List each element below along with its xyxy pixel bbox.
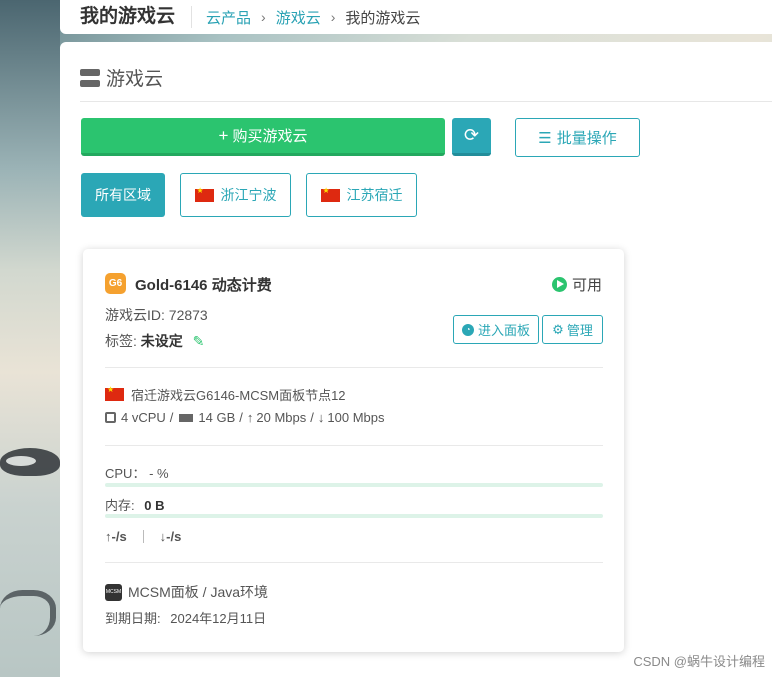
cpu-usage-bar [105, 483, 603, 487]
panel-title: 游戏云 [106, 69, 164, 90]
china-flag-icon [320, 186, 340, 202]
server-name: Gold-6146 动态计费 [135, 277, 272, 294]
cpu-usage: CPU： - % [105, 463, 169, 482]
memory-value: 0 B [144, 498, 165, 513]
mcsm-logo-icon: MCSM [105, 583, 122, 601]
node-name: 宿迁游戏云G6146-MCSM面板节点12 [131, 388, 346, 403]
spec-upload: 20 Mbps [256, 410, 307, 425]
net-down-value: -/s [166, 529, 182, 544]
main-panel: 游戏云 + 购买游戏云 ⟳ ☰ 批量操作 所有区域 浙江宁波 江苏宿迁 G6 G… [60, 42, 772, 677]
panel-heading: 游戏云 [80, 64, 163, 91]
net-up-value: -/s [111, 529, 127, 544]
region-filter-zhejiang-ningbo[interactable]: 浙江宁波 [180, 173, 291, 217]
breadcrumb-game-cloud[interactable]: 游戏云 [276, 7, 321, 28]
manage-button[interactable]: ⚙ 管理 [542, 315, 603, 344]
breadcrumb: 云产品 › 游戏云 › 我的游戏云 [206, 7, 420, 28]
spec-download: 100 Mbps [327, 410, 385, 425]
divider [105, 562, 603, 563]
memory-usage-bar [105, 514, 603, 518]
status-badge: 可用 [551, 274, 602, 295]
panel-environment: MCSM MCSM面板 / Java环境 [105, 582, 268, 602]
region-label: 浙江宁波 [220, 187, 277, 203]
breadcrumb-current: 我的游戏云 [345, 9, 421, 27]
edit-icon[interactable]: ✎ [193, 333, 205, 350]
buy-game-cloud-button[interactable]: + 购买游戏云 [81, 118, 445, 156]
background-art-detail [0, 590, 56, 636]
memory-usage: 内存: 0 B [105, 495, 164, 514]
breadcrumb-cloud-products[interactable]: 云产品 [206, 7, 251, 28]
divider [105, 445, 603, 446]
background-art [0, 0, 60, 677]
chevron-right-icon: › [261, 9, 266, 25]
watermark: CSDN @蜗牛设计编程 [633, 654, 765, 669]
refresh-button[interactable]: ⟳ [452, 118, 491, 156]
page-header: 我的游戏云 云产品 › 游戏云 › 我的游戏云 [60, 0, 772, 34]
spec-cpu: 4 vCPU [121, 410, 166, 425]
server-id: 游戏云ID: 72873 [105, 307, 208, 323]
chevron-right-icon: › [330, 9, 336, 25]
cpu-label: CPU： [105, 466, 146, 481]
page-title: 我的游戏云 [80, 6, 193, 28]
region-filter-jiangsu-suqian[interactable]: 江苏宿迁 [306, 173, 417, 217]
buy-button-label: 购买游戏云 [232, 128, 308, 145]
enter-panel-label: 进入面板 [477, 323, 530, 338]
region-label: 所有区域 [95, 187, 151, 203]
g6-badge-icon: G6 [105, 273, 126, 294]
server-card: G6 Gold-6146 动态计费 可用 游戏云ID: 72873 标签: 未设… [83, 249, 624, 652]
china-flag-icon [194, 186, 214, 202]
memory-icon [179, 413, 194, 422]
refresh-icon: ⟳ [463, 125, 480, 145]
tag-value: 未设定 [140, 333, 183, 349]
tag-label: 标签: [105, 333, 137, 349]
cpu-icon [105, 412, 116, 423]
server-icon [80, 68, 100, 87]
batch-operation-button[interactable]: ☰ 批量操作 [515, 118, 640, 157]
play-circle-icon [551, 277, 567, 292]
gauge-icon: ◔ [461, 323, 474, 336]
server-node: 宿迁游戏云G6146-MCSM面板节点12 [105, 385, 346, 404]
list-icon: ☰ [538, 129, 552, 147]
region-filter-all[interactable]: 所有区域 [81, 173, 165, 217]
enter-panel-button[interactable]: ◔ 进入面板 [453, 315, 539, 344]
expire-label: 到期日期: [105, 611, 161, 626]
plus-icon: + [218, 125, 229, 145]
server-tag: 标签: 未设定 ✎ [105, 331, 204, 351]
network-traffic: ↑ -/s ↓ -/s [105, 529, 181, 544]
spec-ram: 14 GB [198, 410, 236, 425]
background-art-detail [6, 456, 36, 466]
expire-value: 2024年12月11日 [170, 611, 267, 626]
arrow-down-icon: ↓ [317, 410, 325, 425]
divider [142, 530, 144, 543]
arrow-up-icon: ↑ [246, 410, 254, 425]
environment-text: MCSM面板 / Java环境 [128, 584, 269, 600]
status-text: 可用 [571, 277, 602, 294]
batch-button-label: 批量操作 [556, 130, 617, 147]
gear-icon: ⚙ [552, 321, 564, 337]
cpu-value: - % [149, 466, 169, 481]
server-specs: 4 vCPU / 14 GB / ↑ 20 Mbps / ↓ 100 Mbps [105, 410, 385, 425]
region-label: 江苏宿迁 [346, 187, 403, 203]
china-flag-icon [105, 385, 124, 401]
expire-date: 到期日期: 2024年12月11日 [105, 608, 266, 627]
divider [80, 101, 772, 102]
memory-label: 内存: [105, 498, 135, 513]
manage-label: 管理 [566, 323, 593, 338]
divider [105, 367, 603, 368]
